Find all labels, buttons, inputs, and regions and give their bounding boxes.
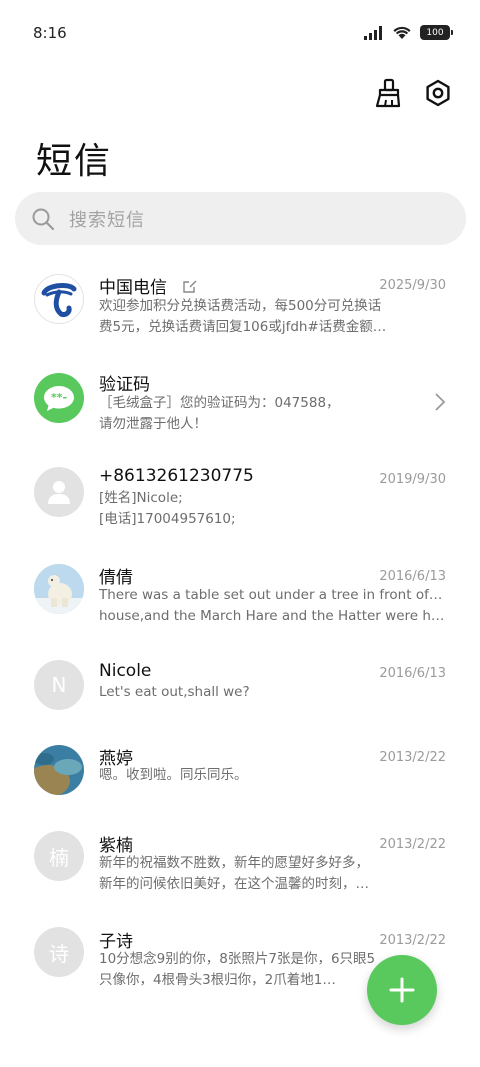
status-bar: 8:16 100 [0, 0, 480, 66]
conversation-date: 2013/2/22 [379, 750, 446, 765]
conversation-date: 2016/6/13 [379, 569, 446, 584]
preview-line-1: 欢迎参加积分兑换话费活动，每500分可兑换话 [99, 298, 382, 314]
conversation-date: 2013/2/22 [379, 933, 446, 948]
preview-line-1: There was a table set out under a tree i… [99, 587, 445, 603]
new-message-button[interactable] [367, 955, 437, 1025]
conversation-item[interactable]: 燕婷 2013/2/22 嗯。收到啦。同乐同乐。 [0, 733, 480, 829]
preview-line-1: ［毛绒盒子］您的验证码为：047588， [99, 395, 340, 411]
conversation-item[interactable]: **- 验证码 ［毛绒盒子］您的验证码为：047588， 请勿泄露于他人！ [0, 356, 480, 452]
preview-line-2: house,and the March Hare and the Hatter … [99, 608, 445, 624]
battery-icon: 100 [420, 25, 453, 40]
preview-line-1: 新年的祝福数不胜数，新年的愿望好多好多， [99, 855, 369, 871]
edit-icon [183, 280, 197, 293]
conversation-name: 验证码 [99, 375, 150, 395]
avatar [34, 467, 84, 517]
landscape-photo [34, 745, 84, 795]
avatar: 诗 [34, 927, 84, 977]
clean-button[interactable] [372, 77, 404, 109]
plus-icon [389, 977, 415, 1003]
conversation-name: +8613261230775 [99, 466, 254, 486]
verification-code-icon: **- [34, 373, 84, 423]
page-title: 短信 [36, 141, 113, 182]
conversation-item[interactable]: N Nicole 2016/6/13 Let's eat out,shall w… [0, 648, 480, 744]
search-icon [32, 208, 55, 230]
status-icons: 100 [364, 25, 453, 40]
conversation-date: 2013/2/22 [379, 837, 446, 852]
avatar: 楠 [34, 831, 84, 881]
person-icon [48, 481, 70, 504]
conversation-name: 中国电信 [99, 278, 167, 298]
search-bar[interactable]: 搜索短信 [15, 192, 466, 245]
avatar-letter: 楠 [49, 845, 69, 870]
preview-line-1: Let's eat out,shall we? [99, 684, 250, 700]
svg-text:**-: **- [51, 391, 67, 404]
conversation-preview: ［毛绒盒子］您的验证码为：047588， 请勿泄露于他人！ [99, 393, 399, 435]
battery-level: 100 [426, 27, 444, 38]
preview-line-2: 费5元，兑换话费请回复106或jfdh#话费金额… [99, 319, 387, 335]
conversation-date: 2016/6/13 [379, 666, 446, 681]
conversation-item[interactable]: 倩倩 2016/6/13 There was a table set out u… [0, 551, 480, 647]
conversation-preview: [姓名]Nicole; [电话]17004957610; [99, 488, 445, 530]
status-time: 8:16 [33, 24, 67, 42]
gear-icon [426, 79, 450, 107]
conversation-date: 2019/9/30 [379, 472, 446, 487]
conversation-preview: 嗯。收到啦。同乐同乐。 [99, 765, 445, 786]
preview-line-2: 请勿泄露于他人！ [99, 416, 207, 432]
signal-icon [364, 25, 382, 40]
conversation-preview: There was a table set out under a tree i… [99, 585, 445, 627]
conversation-item[interactable]: +8613261230775 2019/9/30 [姓名]Nicole; [电话… [0, 454, 480, 550]
polar-bear-photo [34, 564, 84, 614]
preview-line-1: 嗯。收到啦。同乐同乐。 [99, 767, 248, 783]
conversation-preview: 欢迎参加积分兑换话费活动，每500分可兑换话 费5元，兑换话费请回复106或jf… [99, 296, 445, 338]
broom-icon [375, 78, 401, 108]
conversation-preview: Let's eat out,shall we? [99, 682, 445, 703]
conversation-item[interactable]: 楠 紫楠 2013/2/22 新年的祝福数不胜数，新年的愿望好多好多， 新年的问… [0, 826, 480, 922]
avatar: N [34, 660, 84, 710]
conversation-preview: 新年的祝福数不胜数，新年的愿望好多好多， 新年的问候依旧美好，在这个温馨的时刻，… [99, 853, 445, 895]
toolbar [372, 77, 454, 109]
preview-line-2: [电话]17004957610; [99, 511, 236, 527]
avatar-letter: 诗 [49, 941, 69, 966]
search-input[interactable]: 搜索短信 [69, 206, 145, 232]
wifi-icon [393, 26, 411, 39]
conversation-name: Nicole [99, 661, 152, 681]
chevron-right-icon [435, 393, 446, 411]
preview-line-1: [姓名]Nicole; [99, 490, 183, 506]
settings-button[interactable] [422, 77, 454, 109]
conversation-item[interactable]: 中国电信 2025/9/30 欢迎参加积分兑换话费活动，每500分可兑换话 费5… [0, 258, 480, 354]
preview-line-2: 新年的问候依旧美好，在这个温馨的时刻，… [99, 876, 369, 892]
china-telecom-logo [34, 274, 84, 324]
conversation-date: 2025/9/30 [379, 278, 446, 293]
avatar-letter: N [51, 673, 67, 697]
